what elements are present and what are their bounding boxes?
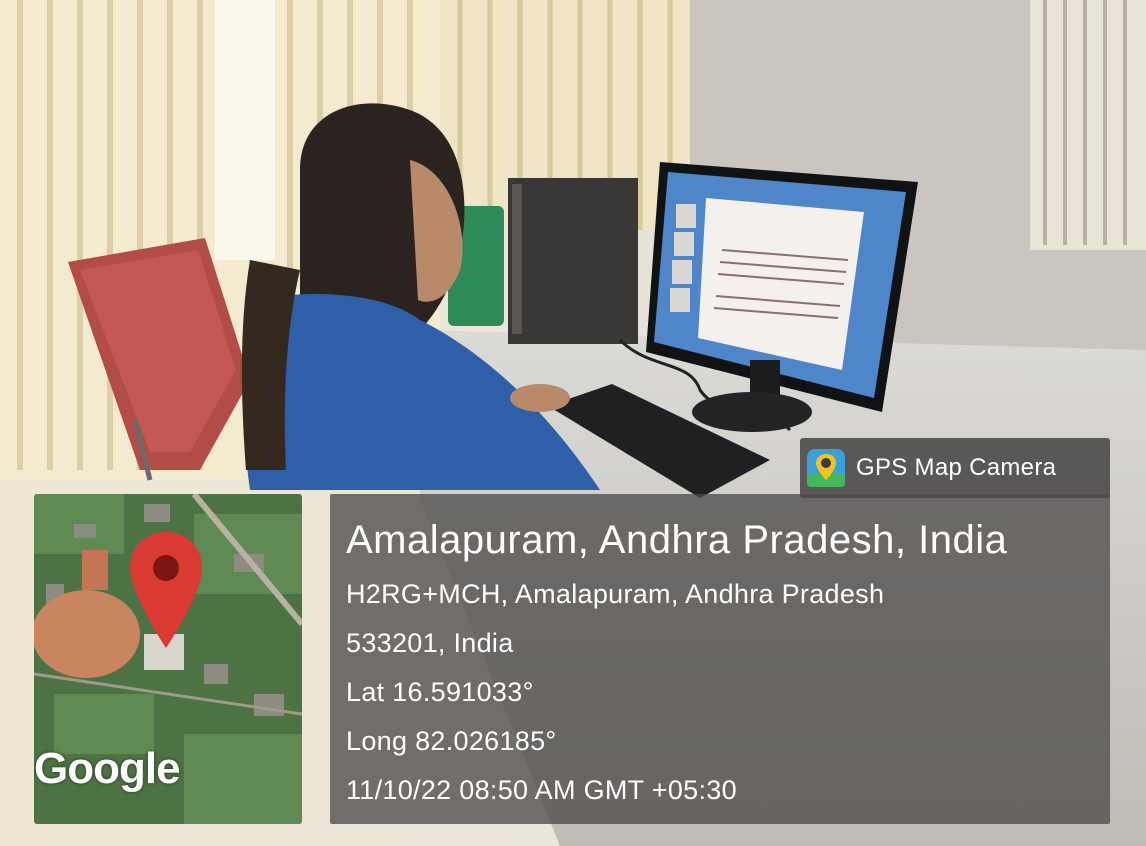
longitude: Long 82.026185° <box>346 726 557 756</box>
map-thumbnail: Google <box>34 494 302 824</box>
address-line-1: H2RG+MCH, Amalapuram, Andhra Pradesh <box>346 579 885 609</box>
map-pin-camera-icon <box>807 449 845 487</box>
datetime: 11/10/22 08:50 AM GMT +05:30 <box>346 775 737 805</box>
stamp-details: Amalapuram, Andhra Pradesh, India H2RG+M… <box>346 510 1007 815</box>
map-pin-icon <box>130 532 202 648</box>
app-name: GPS Map Camera <box>856 454 1057 481</box>
window-blinds-right <box>1030 0 1146 250</box>
address-line-2: 533201, India <box>346 628 514 658</box>
map-attribution: Google <box>34 744 181 793</box>
gps-stamp-panel: Google Amalapuram, Andhra Pradesh, India… <box>30 494 1110 824</box>
app-badge: GPS Map Camera <box>800 438 1110 498</box>
location-title: Amalapuram, Andhra Pradesh, India <box>346 518 1008 562</box>
computer-tower <box>508 178 638 344</box>
latitude: Lat 16.591033° <box>346 677 534 707</box>
